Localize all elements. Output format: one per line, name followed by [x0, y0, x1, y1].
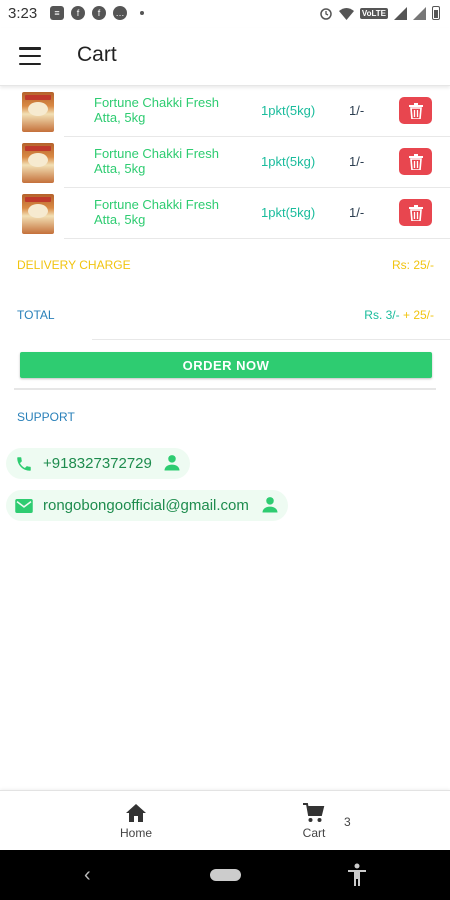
menu-icon[interactable] [19, 47, 41, 65]
phone-number: +918327372729 [43, 455, 152, 472]
phone-icon [14, 454, 34, 474]
nav-cart-label: Cart [302, 826, 326, 840]
item-name: Fortune Chakki Fresh Atta, 5kg [94, 197, 219, 227]
total-delivery-addon: + 25/- [399, 308, 434, 322]
item-quantity: 1pkt(5kg) [261, 154, 316, 169]
product-image [22, 194, 54, 234]
delete-button[interactable] [399, 199, 432, 226]
product-image [22, 92, 54, 132]
cart-list: Fortune Chakki Fresh Atta, 5kg 1pkt(5kg)… [0, 86, 450, 239]
back-icon[interactable]: ‹ [84, 864, 91, 887]
accessibility-icon[interactable] [346, 863, 368, 887]
item-price: 1/- [349, 103, 365, 118]
delivery-charge-value: Rs: 25/- [391, 258, 434, 272]
item-price: 1/- [349, 205, 365, 220]
wifi-icon [338, 7, 354, 20]
app-bar: Cart [0, 28, 450, 86]
system-navigation-bar: ‹ [0, 850, 450, 900]
delete-button[interactable] [399, 97, 432, 124]
home-pill-button[interactable] [210, 869, 241, 881]
order-now-button[interactable]: ORDER NOW [20, 352, 432, 378]
cart-item: Fortune Chakki Fresh Atta, 5kg 1pkt(5kg)… [0, 137, 450, 188]
alarm-icon [320, 8, 332, 20]
trash-icon [408, 102, 423, 119]
person-icon [164, 455, 180, 471]
dot-icon [140, 11, 144, 15]
signal-icon [413, 6, 426, 20]
delete-button[interactable] [399, 148, 432, 175]
page-title: Cart [77, 43, 117, 66]
status-bar: 3:23 ≡ f f … VoLTE [0, 0, 450, 28]
total-label: TOTAL [17, 308, 55, 322]
facebook-icon: f [92, 6, 106, 20]
item-price: 1/- [349, 154, 365, 169]
messenger-icon: … [113, 6, 127, 20]
cart-item: Fortune Chakki Fresh Atta, 5kg 1pkt(5kg)… [0, 86, 450, 137]
cart-item: Fortune Chakki Fresh Atta, 5kg 1pkt(5kg)… [0, 188, 450, 239]
total-value: Rs. 3/- + 25/- [364, 308, 434, 322]
row-divider [64, 238, 450, 239]
total-amount: Rs. 3/- [364, 308, 400, 322]
product-image [22, 143, 54, 183]
system-icons: VoLTE [319, 6, 440, 20]
item-name: Fortune Chakki Fresh Atta, 5kg [94, 95, 219, 125]
support-heading: SUPPORT [17, 410, 75, 424]
volte-badge: VoLTE [359, 7, 388, 19]
person-icon [262, 497, 278, 513]
nav-cart[interactable]: Cart [286, 791, 342, 851]
bottom-navigation: Home Cart 3 [0, 790, 450, 850]
signal-icon [394, 6, 407, 20]
trash-icon [408, 153, 423, 170]
home-icon [126, 804, 146, 822]
nav-home-label: Home [119, 826, 152, 840]
trash-icon [408, 204, 423, 221]
cart-count-badge: 3 [344, 815, 351, 829]
facebook-icon: f [71, 6, 85, 20]
item-name: Fortune Chakki Fresh Atta, 5kg [94, 146, 219, 176]
email-address: rongobongoofficial@gmail.com [43, 497, 249, 514]
item-quantity: 1pkt(5kg) [261, 103, 316, 118]
email-contact-chip[interactable]: rongobongoofficial@gmail.com [6, 490, 288, 521]
nav-home[interactable]: Home [108, 791, 164, 851]
delivery-charge-label: DELIVERY CHARGE [17, 258, 131, 272]
cart-icon [303, 803, 325, 822]
notification-icons: ≡ f f … [50, 6, 144, 20]
status-time: 3:23 [8, 5, 38, 22]
divider [14, 388, 436, 390]
item-quantity: 1pkt(5kg) [261, 205, 316, 220]
phone-contact-chip[interactable]: +918327372729 [6, 448, 190, 479]
battery-icon [432, 6, 440, 20]
divider [92, 339, 450, 340]
email-icon [14, 496, 34, 516]
document-icon: ≡ [50, 6, 64, 20]
